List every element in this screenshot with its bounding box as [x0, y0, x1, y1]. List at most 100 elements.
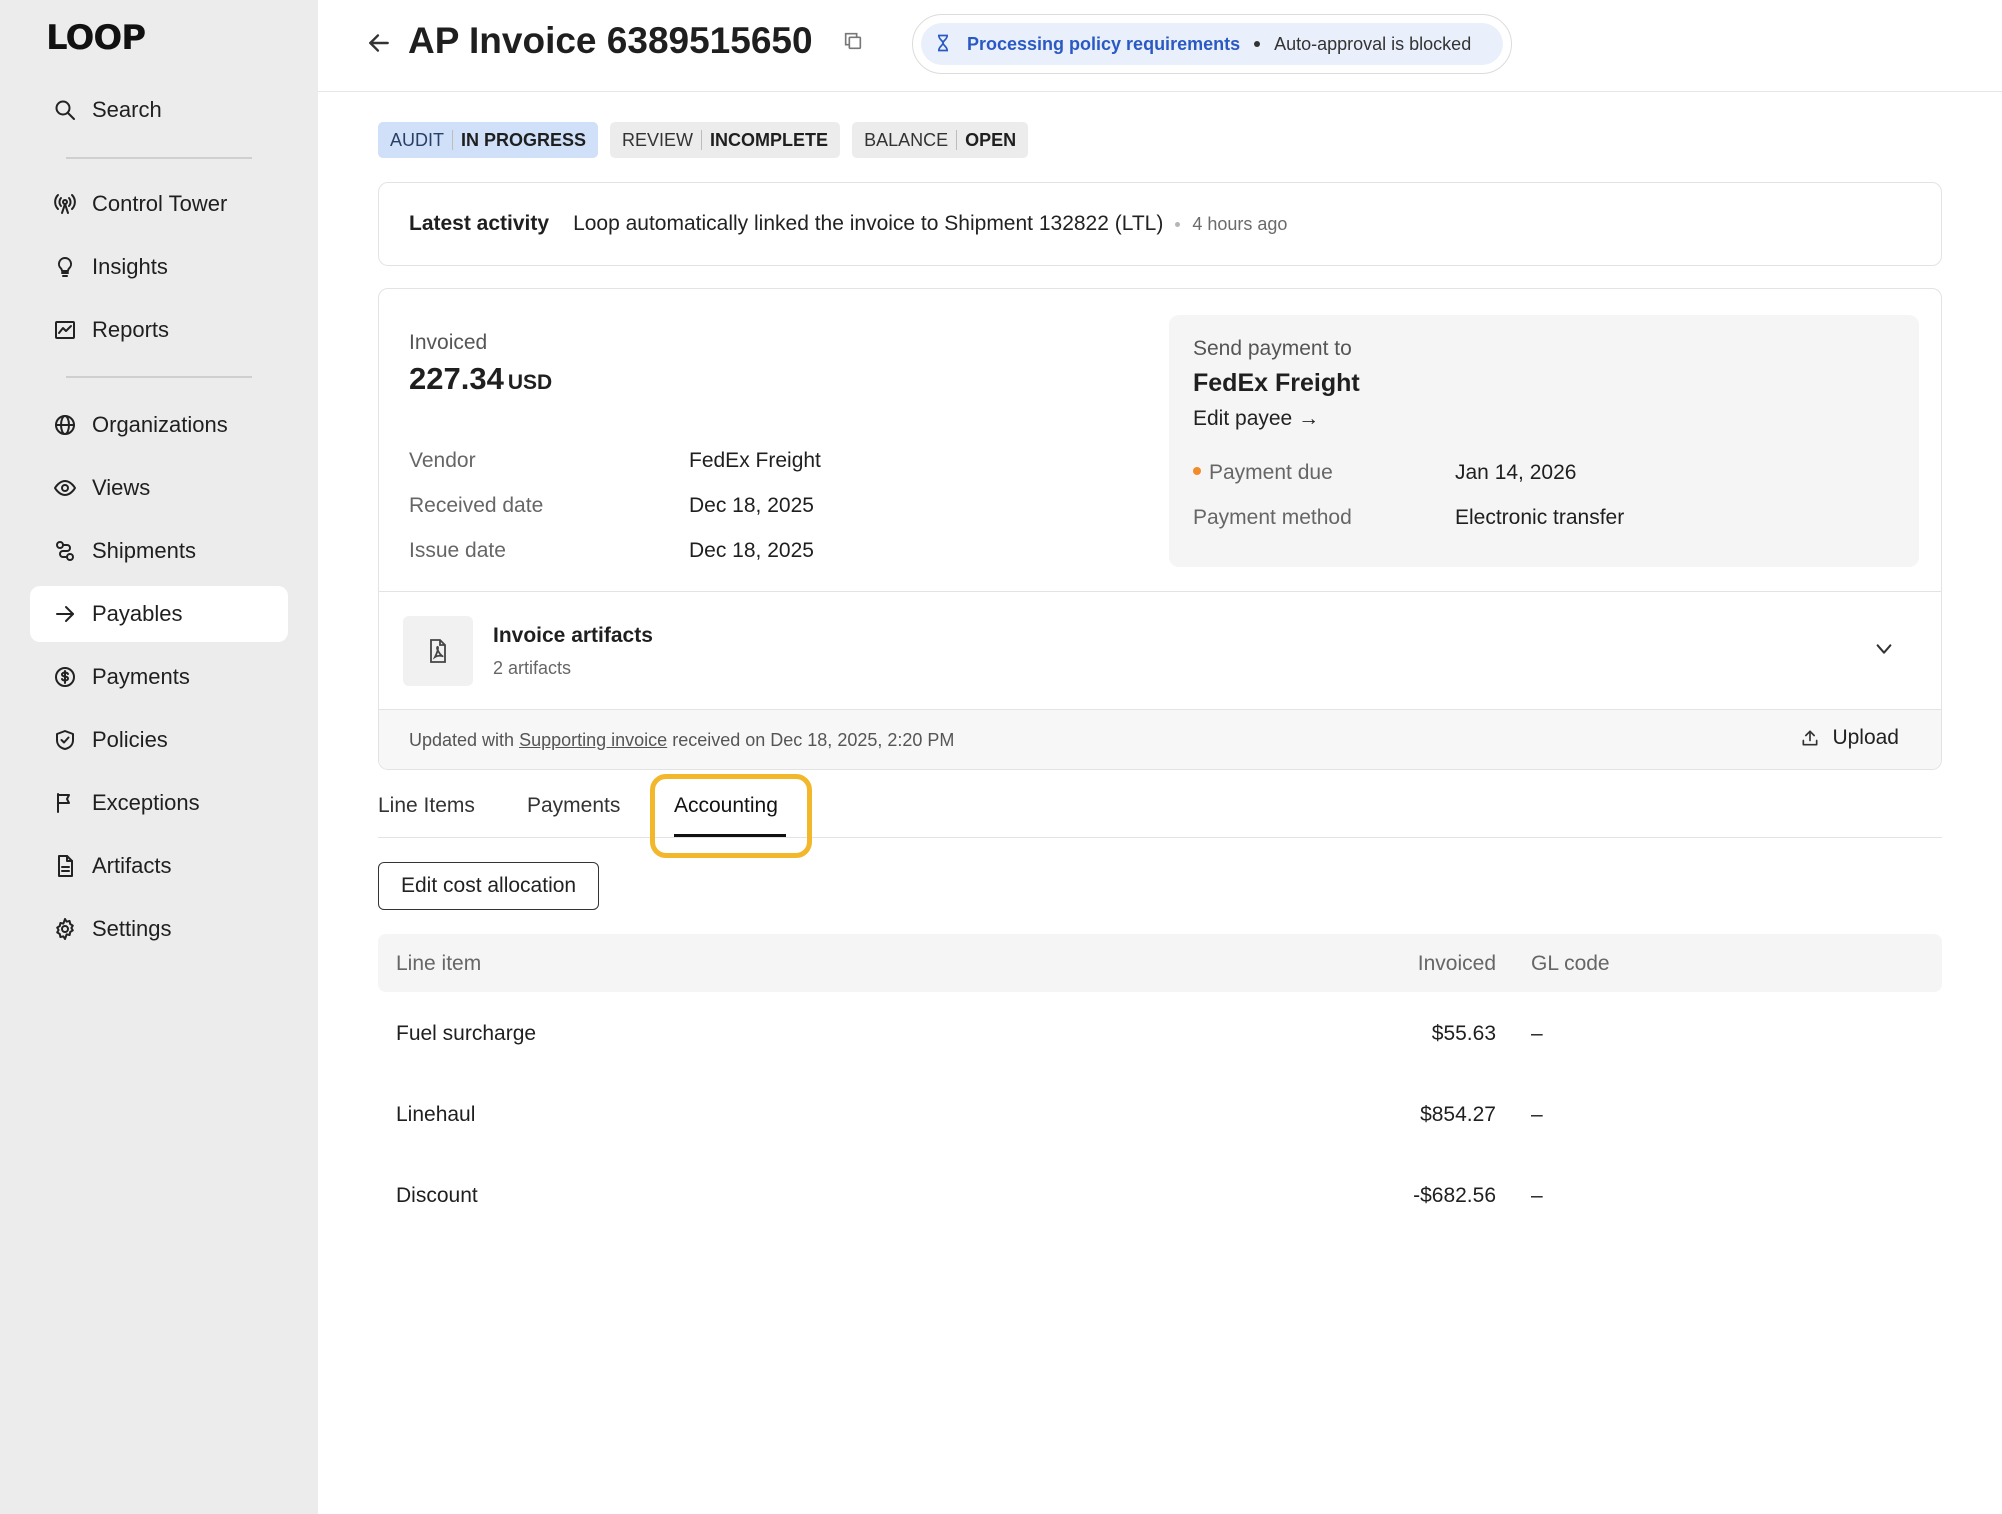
tab-payments[interactable]: Payments — [527, 794, 620, 818]
dollar-circle-icon — [52, 664, 78, 690]
upload-button[interactable]: Upload — [1800, 726, 1899, 750]
payment-method-label: Payment method — [1193, 506, 1352, 529]
payment-due-text: Payment due — [1209, 461, 1333, 484]
due-status-dot — [1193, 467, 1201, 476]
accounting-table: Line item Invoiced GL code Fuel surcharg… — [378, 934, 1942, 1235]
currency-code: USD — [507, 371, 553, 394]
invoiced-amount: 227.34 USD — [409, 361, 552, 397]
status-pill[interactable]: Processing policy requirements Auto-appr… — [921, 23, 1503, 65]
detail-value: Dec 18, 2025 — [689, 539, 814, 562]
status-badges: AUDIT IN PROGRESS REVIEW INCOMPLETE BALA… — [378, 122, 1029, 158]
detail-tabs: Line Items Payments Accounting — [378, 790, 1942, 838]
copy-icon[interactable] — [842, 30, 866, 54]
badge-label: REVIEW — [622, 129, 694, 150]
review-badge: REVIEW INCOMPLETE — [610, 122, 841, 158]
gear-icon — [52, 916, 78, 942]
send-payment-box: Send payment to FedEx Freight Edit payee… — [1169, 315, 1919, 567]
sidebar-item-artifacts[interactable]: Artifacts — [30, 838, 288, 894]
badge-label: AUDIT — [390, 129, 444, 150]
tab-accounting[interactable]: Accounting — [674, 794, 778, 818]
arrow-right-icon — [52, 601, 78, 627]
activity-separator-dot — [1175, 221, 1181, 227]
activity-label: Latest activity — [409, 212, 550, 235]
table-row[interactable]: Linehaul $854.27 – — [378, 1073, 1942, 1154]
column-header-invoiced: Invoiced — [1417, 952, 1496, 975]
badge-separator — [956, 130, 958, 150]
hourglass-icon — [933, 33, 955, 55]
payment-method-row: Payment method Electronic transfer — [1193, 506, 1624, 530]
active-tab-underline — [674, 834, 786, 837]
status-secondary-text: Auto-approval is blocked — [1274, 33, 1472, 54]
line-item-name: Linehaul — [396, 1103, 476, 1126]
sidebar-item-label: Reports — [92, 317, 170, 342]
updated-prefix: Updated with — [409, 730, 515, 750]
sidebar-item-label: Insights — [92, 254, 168, 279]
payment-due-label: Payment due — [1193, 461, 1455, 485]
invoiced-label: Invoiced — [409, 331, 488, 354]
sidebar-item-insights[interactable]: Insights — [30, 239, 288, 295]
chevron-down-icon[interactable] — [1873, 638, 1897, 662]
tab-line-items[interactable]: Line Items — [378, 794, 475, 818]
sidebar-item-settings[interactable]: Settings — [30, 901, 288, 957]
file-icon — [52, 853, 78, 879]
sidebar-item-control-tower[interactable]: Control Tower — [30, 176, 288, 232]
amount-value: 227.34 — [409, 361, 504, 396]
table-row[interactable]: Fuel surcharge $55.63 – — [378, 992, 1942, 1073]
eye-icon — [52, 475, 78, 501]
status-primary-text: Processing policy requirements — [967, 33, 1241, 54]
status-pill-container: Processing policy requirements Auto-appr… — [912, 14, 1512, 74]
sidebar-item-shipments[interactable]: Shipments — [30, 523, 288, 579]
supporting-invoice-link[interactable]: Supporting invoice — [519, 730, 667, 750]
badge-separator — [701, 130, 703, 150]
detail-value: FedEx Freight — [689, 449, 821, 472]
line-item-invoiced: $854.27 — [1420, 1103, 1496, 1126]
radio-tower-icon — [52, 191, 78, 217]
sidebar-item-label: Views — [92, 475, 151, 500]
lightbulb-icon — [52, 254, 78, 280]
detail-key: Issue date — [409, 539, 506, 562]
sidebar-item-label: Search — [92, 97, 162, 122]
line-item-name: Discount — [396, 1184, 478, 1207]
line-item-invoiced: -$682.56 — [1413, 1184, 1496, 1207]
table-row[interactable]: Discount -$682.56 – — [378, 1154, 1942, 1235]
edit-cost-allocation-button[interactable]: Edit cost allocation — [378, 862, 600, 910]
payee-name: FedEx Freight — [1193, 369, 1360, 397]
status-separator-dot — [1254, 41, 1261, 47]
balance-badge: BALANCE OPEN — [852, 122, 1029, 158]
activity-time: 4 hours ago — [1192, 213, 1288, 234]
vendor-row: Vendor FedEx Freight — [409, 449, 821, 473]
back-arrow-icon[interactable] — [366, 30, 394, 58]
sidebar-item-label: Policies — [92, 727, 168, 752]
audit-badge: AUDIT IN PROGRESS — [378, 122, 599, 158]
flag-icon — [52, 790, 78, 816]
sidebar-item-views[interactable]: Views — [30, 460, 288, 516]
globe-icon — [52, 412, 78, 438]
line-item-gl-code: – — [1531, 1184, 1543, 1207]
sidebar-item-exceptions[interactable]: Exceptions — [30, 775, 288, 831]
sidebar-item-label: Settings — [92, 916, 172, 941]
sidebar-item-label: Organizations — [92, 412, 228, 437]
updated-info-row: Updated with Supporting invoice received… — [379, 709, 1941, 769]
sidebar-item-label: Payments — [92, 664, 190, 689]
search-icon — [52, 97, 78, 123]
payment-due-value: Jan 14, 2026 — [1455, 461, 1577, 484]
sidebar-item-payables[interactable]: Payables — [30, 586, 288, 642]
detail-key: Received date — [409, 494, 544, 517]
line-item-invoiced: $55.63 — [1431, 1022, 1496, 1045]
sidebar-item-reports[interactable]: Reports — [30, 302, 288, 358]
column-header-line-item: Line item — [396, 952, 482, 975]
sidebar-item-organizations[interactable]: Organizations — [30, 397, 288, 453]
send-payment-label: Send payment to — [1193, 337, 1352, 360]
badge-value: IN PROGRESS — [461, 129, 587, 150]
sidebar: LOOP Search Control Tower Insights Repor… — [0, 0, 318, 1514]
loop-logo[interactable]: LOOP — [46, 18, 146, 58]
detail-value: Dec 18, 2025 — [689, 494, 814, 517]
badge-separator — [452, 130, 453, 150]
page-header: AP Invoice 6389515650 Processing policy … — [318, 0, 2002, 92]
sidebar-item-payments[interactable]: Payments — [30, 649, 288, 705]
column-header-gl-code: GL code — [1531, 952, 1610, 975]
invoice-artifacts-row[interactable]: Invoice artifacts 2 artifacts — [379, 591, 1941, 709]
sidebar-item-search[interactable]: Search — [30, 82, 288, 138]
sidebar-item-policies[interactable]: Policies — [30, 712, 288, 768]
edit-payee-link[interactable]: Edit payee → — [1193, 407, 1319, 431]
